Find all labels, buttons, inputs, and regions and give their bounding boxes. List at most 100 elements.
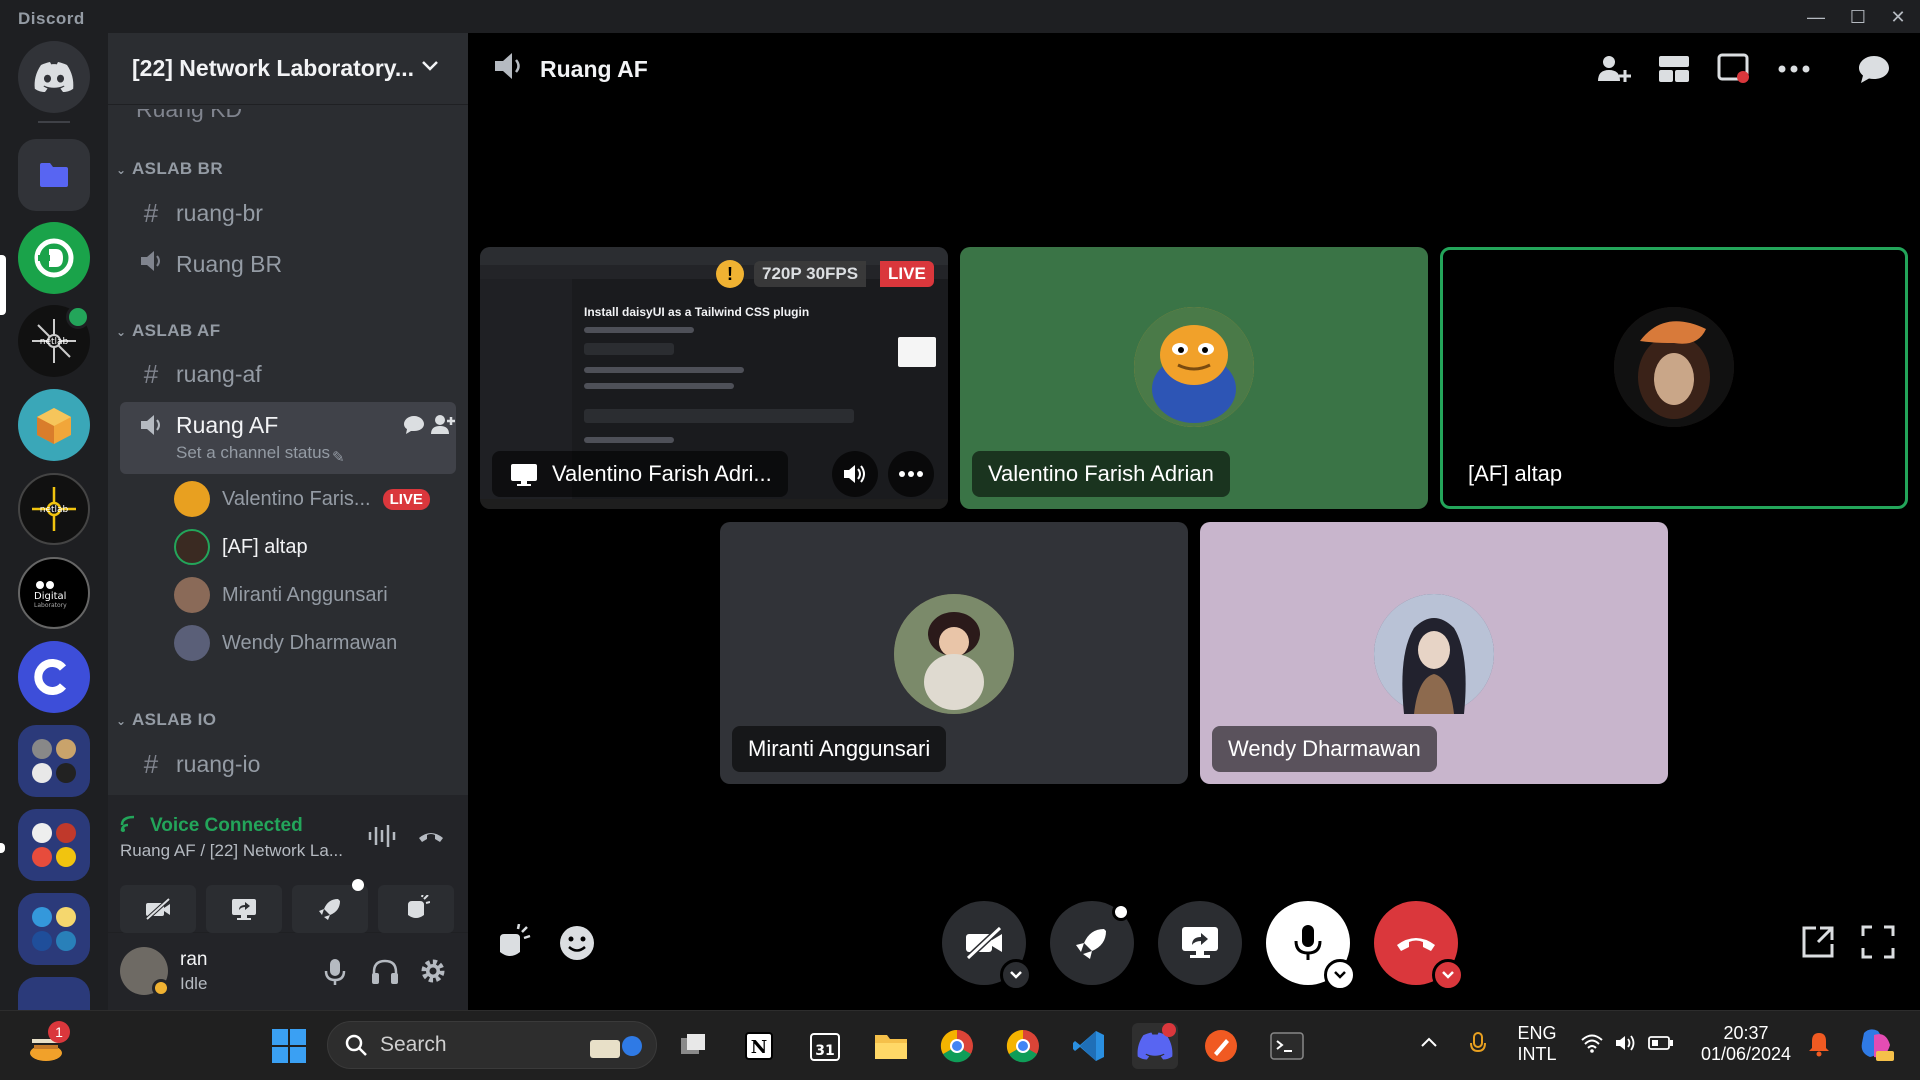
minimize-icon[interactable]: — — [1802, 5, 1830, 29]
camera-off-button[interactable] — [120, 885, 196, 933]
guild-separator — [38, 121, 70, 123]
channel-ruang-io-text[interactable]: # ruang-io — [120, 739, 456, 789]
disconnect-icon[interactable] — [416, 825, 446, 850]
chrome-icon[interactable] — [1000, 1023, 1046, 1069]
server-folder-4-icon[interactable] — [18, 977, 90, 1010]
clock[interactable]: 20:37 01/06/2024 — [1694, 1023, 1798, 1065]
stream-preview-code — [584, 409, 854, 423]
screen-share-button[interactable] — [206, 885, 282, 933]
notion-icon[interactable]: N — [736, 1023, 782, 1069]
wifi-icon[interactable] — [1580, 1033, 1604, 1058]
svg-text:31: 31 — [815, 1043, 834, 1059]
folder-icon[interactable] — [18, 139, 90, 211]
voice-location[interactable]: Ruang AF / [22] Network La... — [120, 841, 343, 861]
chevron-down-icon[interactable] — [1324, 959, 1356, 991]
category-aslab-br[interactable]: ⌄ ASLAB BR — [116, 159, 223, 179]
server-icon-netlab-yellow[interactable]: netlab — [18, 473, 90, 545]
stream-more-button[interactable] — [888, 451, 934, 497]
channel-partial[interactable]: Ruang KD — [136, 109, 242, 123]
fullscreen-icon[interactable] — [1860, 924, 1896, 965]
noise-suppression-icon[interactable] — [366, 823, 398, 854]
invite-user-icon[interactable] — [430, 414, 456, 442]
windows-start-icon[interactable] — [266, 1023, 312, 1069]
stream-tile[interactable]: Install daisyUI as a Tailwind CSS plugin… — [480, 247, 948, 509]
battery-icon[interactable] — [1648, 1035, 1674, 1056]
edit-pencil-icon[interactable]: ✎ — [332, 448, 345, 466]
popout-icon[interactable] — [1800, 924, 1836, 965]
voice-connection-panel: Voice Connected Ruang AF / [22] Network … — [108, 795, 468, 933]
participant-tile[interactable]: Miranti Anggunsari — [720, 522, 1188, 784]
channel-ruang-af-voice[interactable]: Ruang AF Set a channel status ✎ — [120, 402, 456, 474]
chat-bubble-icon[interactable] — [1856, 53, 1892, 85]
idle-status-icon — [152, 979, 170, 997]
maximize-icon[interactable]: ☐ — [1844, 5, 1872, 29]
camera-off-button[interactable] — [942, 901, 1032, 991]
warning-icon[interactable]: ! — [716, 260, 744, 288]
channel-ruang-br-voice[interactable]: Ruang BR — [120, 239, 456, 289]
add-people-icon[interactable] — [1596, 53, 1632, 85]
emoji-icon[interactable] — [558, 924, 596, 967]
channel-ruang-af-text[interactable]: # ruang-af — [120, 349, 456, 399]
task-view-icon[interactable] — [670, 1023, 716, 1069]
chrome-profile-icon[interactable] — [934, 1023, 980, 1069]
brush-app-icon[interactable] — [1198, 1023, 1244, 1069]
server-folder-1-icon[interactable] — [18, 725, 90, 797]
channel-ruang-br-text[interactable]: # ruang-br — [120, 188, 456, 238]
signal-icon — [120, 815, 140, 838]
screen-share-button[interactable] — [1158, 901, 1242, 985]
voice-member[interactable]: [AF] altap — [174, 527, 308, 567]
volume-icon[interactable] — [1614, 1033, 1638, 1058]
title-bar: Discord — ☐ ✕ — [0, 0, 1920, 33]
terminal-icon[interactable] — [1264, 1023, 1310, 1069]
bell-icon[interactable] — [1808, 1031, 1830, 1062]
category-aslab-af[interactable]: ⌄ ASLAB AF — [116, 321, 221, 341]
settings-gear-icon[interactable] — [418, 956, 448, 991]
language-indicator[interactable]: ENG INTL — [1516, 1023, 1558, 1065]
microphone-button[interactable] — [1266, 901, 1356, 991]
taskbar-search[interactable]: Search — [327, 1021, 657, 1069]
voice-stage: Ruang AF Install daisyUI as a Tailwind C… — [468, 33, 1920, 1010]
voice-status[interactable]: Voice Connected — [150, 815, 303, 837]
chevron-down-icon: ⌄ — [116, 714, 127, 728]
server-folder-3-icon[interactable] — [18, 893, 90, 965]
chat-bubble-icon[interactable] — [402, 414, 426, 442]
stream-volume-button[interactable] — [832, 451, 878, 497]
stream-preview-text — [584, 367, 744, 373]
popout-inbox-icon[interactable] — [1716, 53, 1752, 85]
soundboard-button[interactable] — [378, 885, 454, 933]
activities-button[interactable] — [1050, 901, 1134, 985]
microphone-icon[interactable] — [323, 957, 347, 992]
category-aslab-io[interactable]: ⌄ ASLAB IO — [116, 710, 216, 730]
more-options-icon[interactable] — [1776, 53, 1812, 85]
soundboard-icon[interactable] — [492, 923, 532, 969]
copilot-icon[interactable] — [1856, 1025, 1896, 1070]
participant-tile[interactable]: Valentino Farish Adrian — [960, 247, 1428, 509]
participant-tile-speaking[interactable]: [AF] altap — [1440, 247, 1908, 509]
activities-button[interactable] — [292, 879, 368, 933]
server-icon-digital-lab[interactable]: Digital Laboratory — [18, 557, 90, 629]
file-explorer-icon[interactable] — [868, 1023, 914, 1069]
disconnect-button[interactable] — [1374, 901, 1464, 991]
stream-taskbar — [480, 499, 948, 509]
layout-grid-icon[interactable] — [1656, 53, 1692, 85]
server-icon-c[interactable] — [18, 641, 90, 713]
server-header[interactable]: [22] Network Laboratory... — [108, 33, 468, 105]
discord-home-icon[interactable] — [18, 41, 90, 113]
microphone-in-use-icon[interactable] — [1468, 1031, 1488, 1062]
chevron-down-icon[interactable] — [1000, 959, 1032, 991]
chevron-down-icon[interactable] — [1432, 959, 1464, 991]
voice-member[interactable]: Valentino Faris... LIVE — [174, 479, 430, 519]
voice-member[interactable]: Wendy Dharmawan — [174, 623, 397, 663]
server-folder-2-icon[interactable] — [18, 809, 90, 881]
server-icon-cube[interactable] — [18, 389, 90, 461]
calendar-icon[interactable]: 31 — [802, 1023, 848, 1069]
server-icon-green[interactable] — [18, 222, 90, 294]
vscode-icon[interactable] — [1066, 1023, 1112, 1069]
chevron-up-icon[interactable] — [1420, 1035, 1438, 1054]
voice-member[interactable]: Miranti Anggunsari — [174, 575, 388, 615]
participant-tile[interactable]: Wendy Dharmawan — [1200, 522, 1668, 784]
channel-status[interactable]: Set a channel status — [176, 443, 330, 463]
close-icon[interactable]: ✕ — [1884, 5, 1912, 29]
discord-taskbar-icon[interactable] — [1132, 1023, 1178, 1069]
headphones-icon[interactable] — [370, 957, 400, 992]
